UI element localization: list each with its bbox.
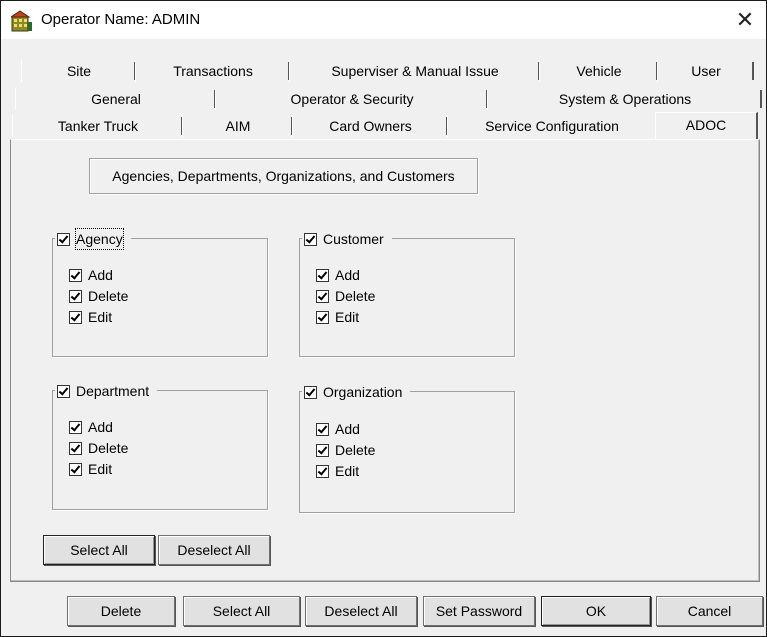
customer-edit-checkbox[interactable] — [316, 310, 329, 324]
agency-edit-checkbox[interactable] — [69, 310, 82, 324]
set-password-button[interactable]: Set Password — [423, 596, 535, 626]
adoc-tab-panel — [10, 139, 760, 582]
organization-edit-checkbox[interactable] — [316, 464, 329, 478]
department-edit-label: Edit — [88, 461, 113, 477]
tab-card-owners[interactable]: Card Owners — [292, 115, 448, 137]
operator-dialog: Operator Name: ADMIN ✕ Site Transactions… — [0, 0, 767, 637]
tab-transactions[interactable]: Transactions — [135, 60, 290, 82]
department-add-row[interactable]: Add — [69, 417, 113, 437]
organization-edit-label: Edit — [335, 463, 360, 479]
panel-select-all-button[interactable]: Select All — [43, 535, 155, 565]
organization-edit-row[interactable]: Edit — [316, 461, 359, 481]
department-checkbox-row[interactable]: Department — [55, 381, 158, 401]
tab-site[interactable]: Site — [21, 60, 136, 82]
agency-add-row[interactable]: Add — [69, 265, 113, 285]
department-add-checkbox[interactable] — [69, 420, 82, 434]
department-delete-label: Delete — [88, 440, 129, 456]
customer-delete-label: Delete — [335, 288, 376, 304]
tab-adoc[interactable]: ADOC — [655, 112, 758, 139]
agency-delete-label: Delete — [88, 288, 129, 304]
customer-delete-checkbox[interactable] — [316, 289, 329, 303]
title-bar: Operator Name: ADMIN ✕ — [1, 1, 766, 39]
agency-checkbox-row[interactable]: Agency — [55, 228, 131, 250]
close-icon[interactable]: ✕ — [730, 7, 760, 33]
customer-checkbox[interactable] — [304, 232, 317, 246]
customer-add-row[interactable]: Add — [316, 265, 360, 285]
deselect-all-button[interactable]: Deselect All — [305, 596, 417, 626]
organization-checkbox[interactable] — [304, 385, 317, 399]
agency-checkbox[interactable] — [57, 232, 70, 246]
customer-group: Customer Add Delete Edit — [299, 229, 515, 357]
tab-vehicle[interactable]: Vehicle — [539, 60, 658, 82]
agency-delete-row[interactable]: Delete — [69, 286, 128, 306]
customer-edit-row[interactable]: Edit — [316, 307, 359, 327]
tab-service-configuration[interactable]: Service Configuration — [447, 115, 656, 137]
customer-edit-label: Edit — [335, 309, 360, 325]
tab-tanker-truck[interactable]: Tanker Truck — [12, 115, 183, 137]
organization-label: Organization — [323, 384, 403, 400]
tab-aim[interactable]: AIM — [182, 115, 293, 137]
section-heading: Agencies, Departments, Organizations, an… — [89, 158, 478, 194]
department-delete-row[interactable]: Delete — [69, 438, 128, 458]
agency-edit-row[interactable]: Edit — [69, 307, 112, 327]
customer-checkbox-row[interactable]: Customer — [302, 229, 392, 249]
customer-label: Customer — [323, 231, 384, 247]
department-add-label: Add — [88, 419, 113, 435]
delete-button[interactable]: Delete — [67, 596, 175, 626]
customer-delete-row[interactable]: Delete — [316, 286, 375, 306]
panel-deselect-all-button[interactable]: Deselect All — [158, 535, 270, 565]
organization-delete-row[interactable]: Delete — [316, 440, 375, 460]
organization-delete-label: Delete — [335, 442, 376, 458]
customer-add-label: Add — [335, 267, 360, 283]
agency-edit-label: Edit — [88, 309, 113, 325]
window-title: Operator Name: ADMIN — [41, 11, 201, 28]
agency-add-label: Add — [88, 267, 113, 283]
tab-superviser-manual-issue[interactable]: Superviser & Manual Issue — [289, 60, 540, 82]
department-edit-row[interactable]: Edit — [69, 459, 112, 479]
agency-add-checkbox[interactable] — [69, 268, 82, 282]
customer-add-checkbox[interactable] — [316, 268, 329, 282]
agency-group: Agency Add Delete Edit — [52, 228, 268, 357]
agency-delete-checkbox[interactable] — [69, 289, 82, 303]
organization-group: Organization Add Delete Edit — [299, 382, 515, 513]
cancel-button[interactable]: Cancel — [656, 596, 763, 626]
select-all-button[interactable]: Select All — [183, 596, 300, 626]
agency-label: Agency — [75, 228, 124, 250]
tab-system-operations[interactable]: System & Operations — [487, 88, 762, 110]
department-edit-checkbox[interactable] — [69, 462, 82, 476]
tab-general[interactable]: General — [15, 88, 216, 110]
building-icon — [9, 10, 33, 32]
tab-user[interactable]: User — [657, 60, 754, 82]
department-delete-checkbox[interactable] — [69, 441, 82, 455]
organization-delete-checkbox[interactable] — [316, 443, 329, 457]
organization-checkbox-row[interactable]: Organization — [302, 382, 411, 402]
organization-add-label: Add — [335, 421, 360, 437]
department-checkbox[interactable] — [57, 384, 70, 398]
organization-add-checkbox[interactable] — [316, 422, 329, 436]
department-group: Department Add Delete Edit — [52, 381, 268, 510]
tab-operator-security[interactable]: Operator & Security — [215, 88, 488, 110]
organization-add-row[interactable]: Add — [316, 419, 360, 439]
ok-button[interactable]: OK — [541, 596, 651, 626]
department-label: Department — [76, 383, 150, 399]
